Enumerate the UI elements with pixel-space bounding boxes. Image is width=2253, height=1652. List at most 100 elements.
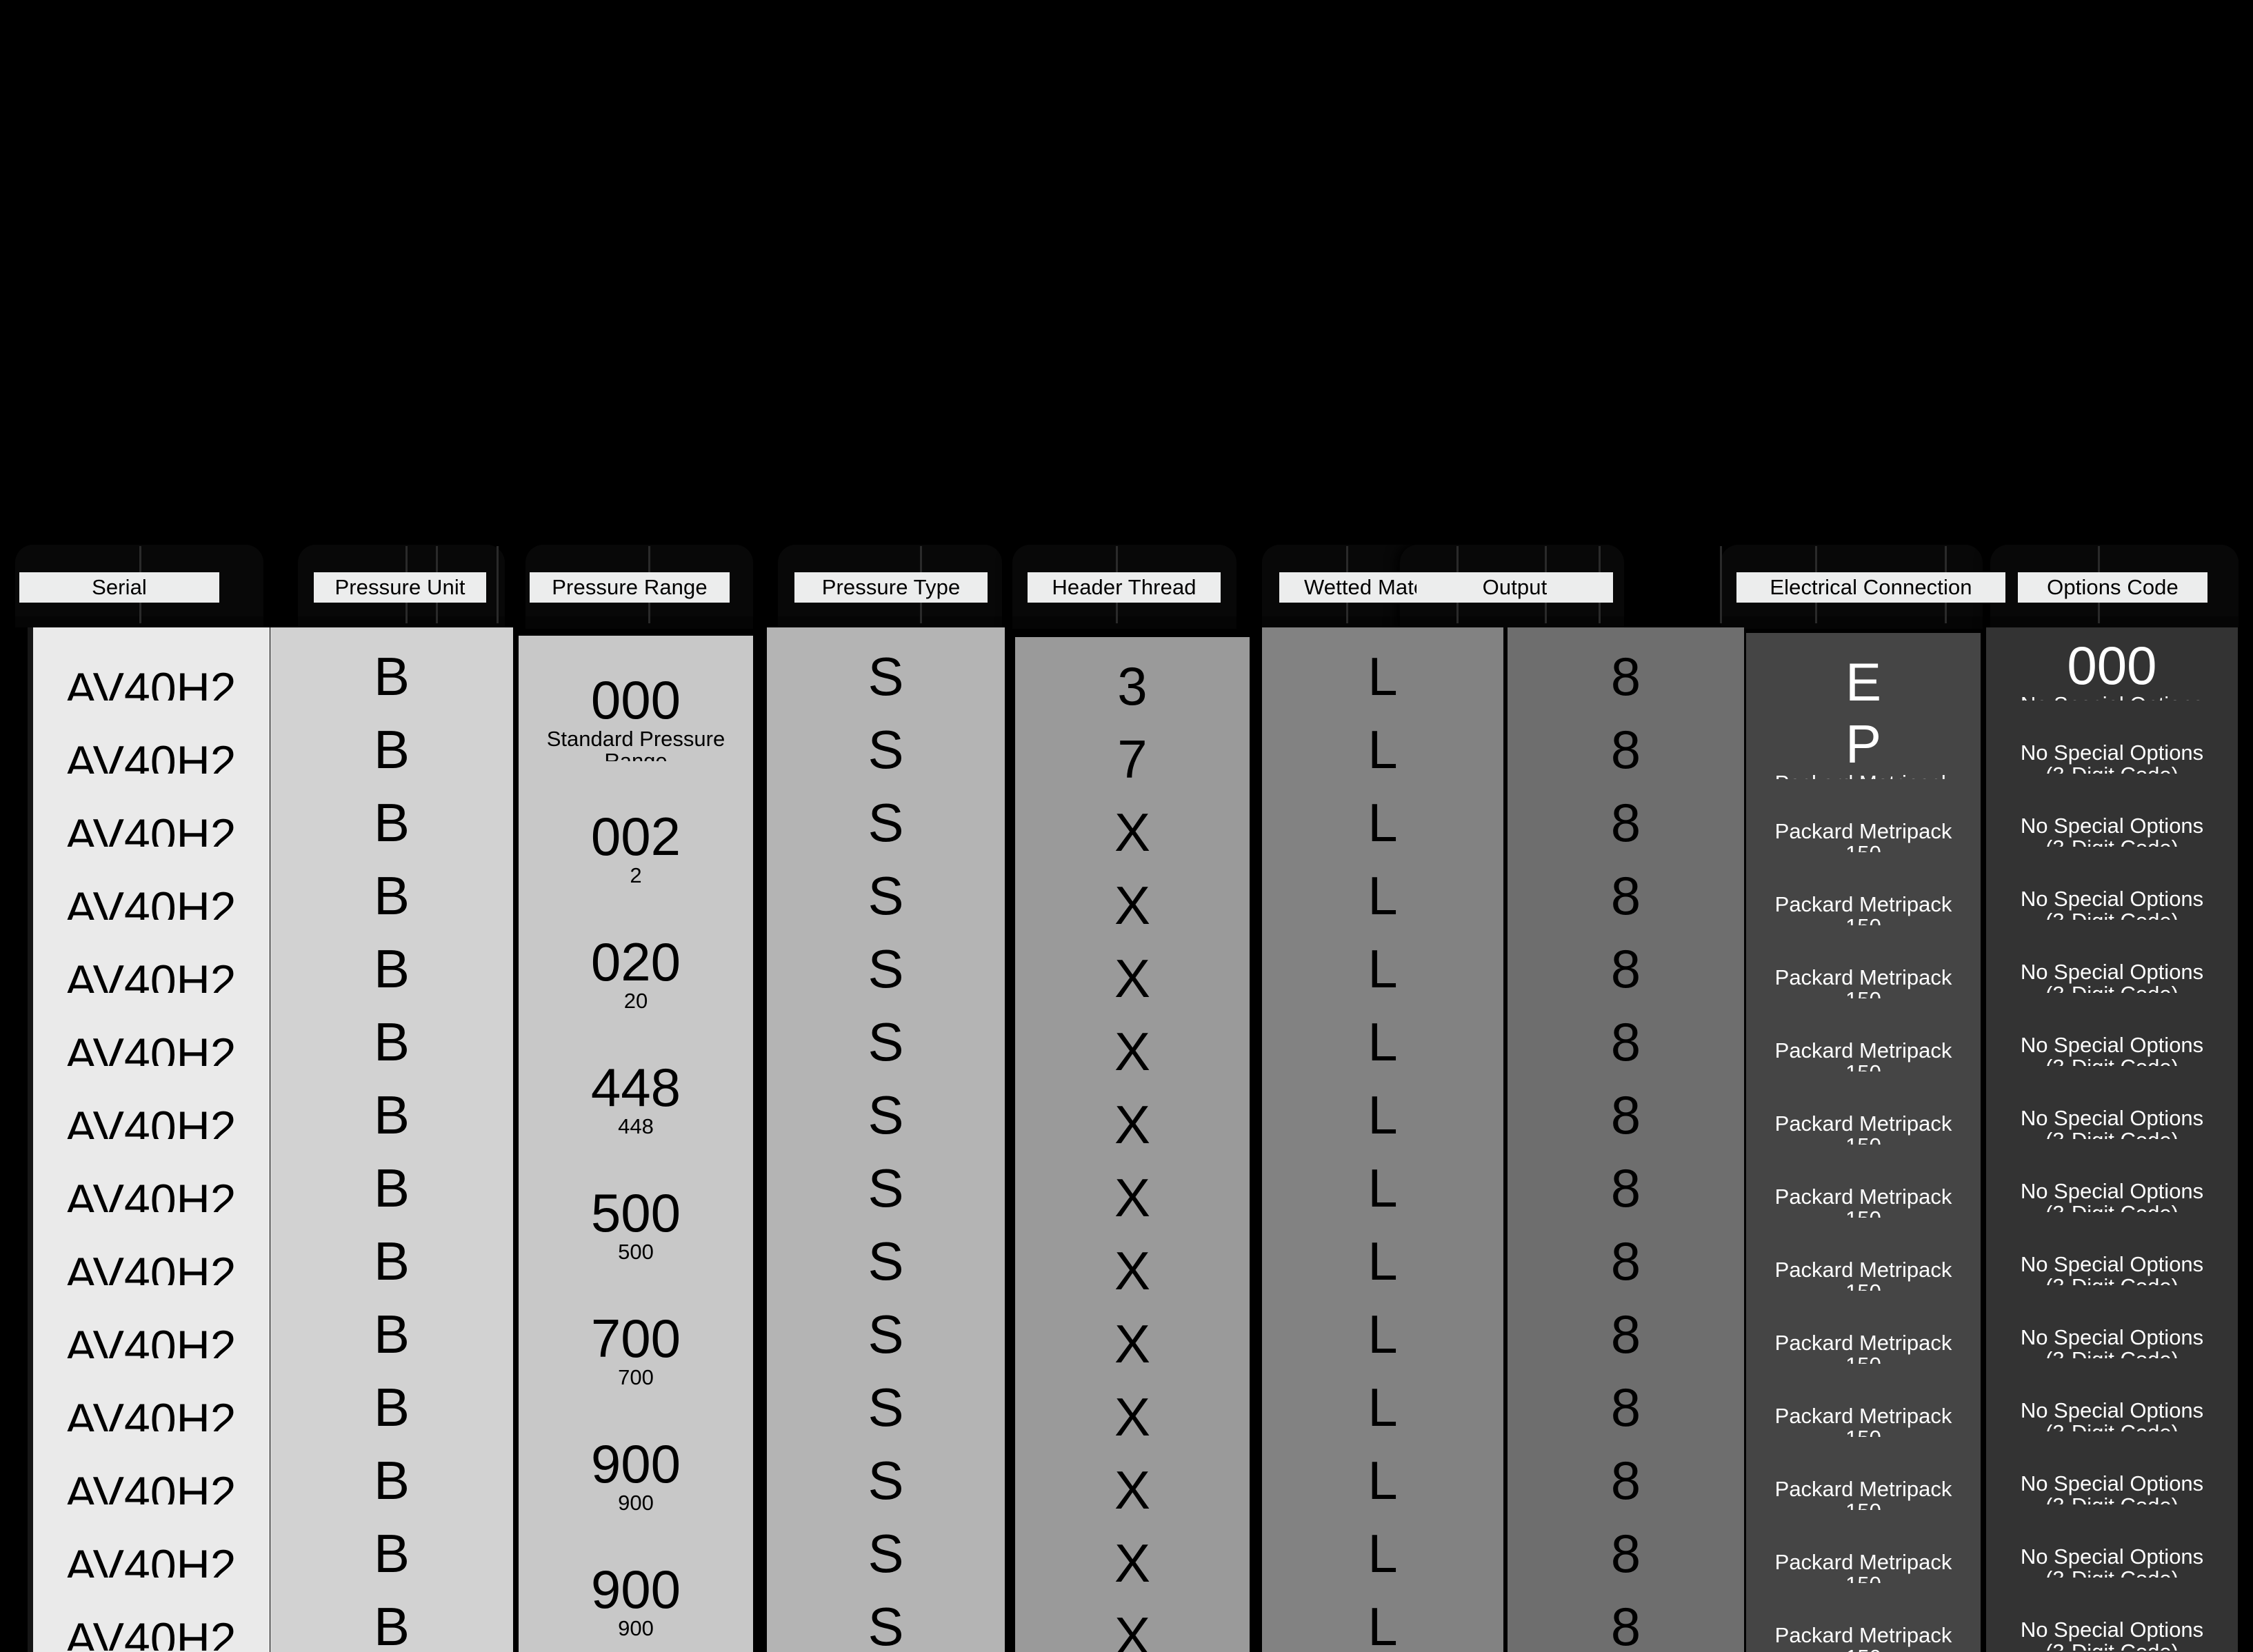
column-header-thread[interactable]: Header Thread	[1028, 572, 1221, 603]
cell-code: B	[373, 938, 410, 999]
cell-code: S	[868, 1085, 904, 1145]
header-band: Serial Pressure Unit Pressure Range Pressur…	[0, 539, 2253, 629]
cell-description: Packard Metripack 150	[1774, 1622, 1952, 1652]
cell-code: X	[1114, 1533, 1151, 1593]
cell-code: 8	[1610, 1377, 1641, 1438]
cell-code: L	[1368, 646, 1398, 707]
cell-code: B	[373, 1304, 410, 1364]
cell-code: S	[868, 1450, 904, 1511]
table-body: AV40H2 AV40H2 AV40H2 AV40H2 AV40H2 AV40H2 AV40…	[0, 627, 2253, 1652]
cell-code: L	[1368, 792, 1398, 853]
cell-code: S	[868, 1231, 904, 1291]
right-frame-edge	[2238, 627, 2253, 1652]
cell-code: L	[1368, 1596, 1398, 1652]
cell-description: 700	[618, 1364, 654, 1389]
cell-code: X	[1114, 802, 1151, 863]
cell-thread[interactable]: XSpecial Unit	[1015, 1587, 1250, 1652]
cell-code: L	[1368, 1523, 1398, 1584]
cell-code: 8	[1610, 1596, 1641, 1652]
cell-code: 8	[1610, 719, 1641, 780]
cell-code: S	[868, 865, 904, 926]
cell-code: 448	[590, 1057, 681, 1118]
cell-code: S	[868, 1596, 904, 1652]
cell-code: B	[373, 1011, 410, 1072]
parametric-selector-table: Serial Pressure Unit Pressure Range Pressur…	[0, 0, 2253, 1652]
cell-code: 8	[1610, 646, 1641, 707]
column-header-range[interactable]: Pressure Range	[530, 572, 730, 603]
cell-code: 8	[1610, 1158, 1641, 1218]
cell-code: S	[868, 1011, 904, 1072]
cell-code: X	[1114, 948, 1151, 1009]
cell-code: P	[1845, 713, 1882, 774]
column-header-options[interactable]: Options Code	[2018, 572, 2207, 603]
cell-code: B	[373, 1158, 410, 1218]
cell-code: 8	[1610, 1304, 1641, 1364]
cell-range[interactable]: 900900	[519, 1640, 753, 1652]
cell-code: X	[1114, 1460, 1151, 1520]
cell-code: B	[373, 646, 410, 707]
cell-code: B	[373, 1231, 410, 1291]
cell-elec[interactable]: Packard Metripack 150	[1746, 1583, 1981, 1652]
cell-code: X	[1114, 1021, 1151, 1082]
cell-code: X	[1114, 875, 1151, 936]
column-unit: BBarBBarBBarBBarBBarBBarBBarBBarBBarBBar…	[270, 627, 513, 1652]
cell-code: L	[1368, 1450, 1398, 1511]
cell-code: B	[373, 1596, 410, 1652]
cell-code: S	[868, 1377, 904, 1438]
cell-code: S	[868, 938, 904, 999]
cell-code: 8	[1610, 1085, 1641, 1145]
cell-code: 8	[1610, 938, 1641, 999]
header-divider	[497, 546, 499, 623]
cell-options[interactable]: No Special Options (3-Digit Code)	[1986, 1578, 2238, 1652]
cell-range[interactable]: 900900	[519, 1514, 753, 1652]
column-options: 000No Special Options (3-Digit Code)No S…	[1986, 627, 2238, 1652]
column-header-serial[interactable]: Serial	[19, 572, 219, 603]
cell-code: L	[1368, 1231, 1398, 1291]
cell-code: 000	[590, 669, 681, 730]
cell-code: X	[1114, 1167, 1151, 1228]
cell-code: 000	[2067, 634, 2157, 696]
cell-description: 448	[618, 1114, 654, 1138]
cell-code: B	[373, 792, 410, 853]
cell-code: 8	[1610, 1231, 1641, 1291]
column-header-unit[interactable]: Pressure Unit	[314, 572, 486, 603]
cell-code: 8	[1610, 865, 1641, 926]
cell-code: 8	[1610, 1523, 1641, 1584]
header-divider	[1720, 546, 1722, 623]
cell-code: S	[868, 1523, 904, 1584]
cell-code: L	[1368, 1377, 1398, 1438]
left-frame-inner-edge	[28, 627, 33, 1652]
column-wetted: L316L-SSL316L-SSL316L-SSL316L-SSL316L-SS…	[1262, 627, 1503, 1652]
cell-ptype[interactable]: SSealed Gauge	[767, 1578, 1005, 1652]
cell-code: L	[1368, 938, 1398, 999]
cell-wetted[interactable]: L316L-SS	[1262, 1578, 1503, 1652]
cell-code: L	[1368, 1011, 1398, 1072]
column-header-output[interactable]: Output	[1416, 572, 1613, 603]
cell-code: S	[868, 1158, 904, 1218]
cell-code: 002	[590, 806, 681, 867]
cell-code: 3	[1117, 656, 1148, 716]
cell-output[interactable]: 80.5-4.5V Ratiometric	[1508, 1578, 1744, 1652]
column-header-ptype[interactable]: Pressure Type	[794, 572, 988, 603]
column-range: 000Standard Pressure Range00220202044844…	[519, 627, 753, 1652]
cell-code: X	[1114, 1094, 1151, 1155]
column-header-elec[interactable]: Electrical Connection	[1736, 572, 2005, 603]
cell-code: 8	[1610, 792, 1641, 853]
cell-code: B	[373, 719, 410, 780]
cell-unit[interactable]: BBar	[270, 1578, 513, 1652]
cell-serial[interactable]: AV40H2	[32, 1578, 270, 1652]
cell-code: B	[373, 865, 410, 926]
column-thread: 33/8-24 UNF Male77/16-20 UNF MaleXSpecia…	[1015, 627, 1250, 1652]
cell-description: 900	[618, 1615, 654, 1640]
cell-code: 900	[590, 1433, 681, 1494]
cell-code: E	[1845, 652, 1882, 712]
cell-code: 7	[1117, 729, 1148, 789]
cell-code: X	[1114, 1313, 1151, 1374]
column-serial: AV40H2 AV40H2 AV40H2 AV40H2 AV40H2 AV40H2 AV40…	[32, 627, 270, 1652]
cell-code: 700	[590, 1308, 681, 1369]
cell-code: 500	[590, 1182, 681, 1243]
cell-description: 20	[623, 988, 648, 1013]
cell-code: X	[1114, 1606, 1151, 1652]
cell-code: AV40H2	[65, 1613, 237, 1652]
cell-code: B	[373, 1085, 410, 1145]
